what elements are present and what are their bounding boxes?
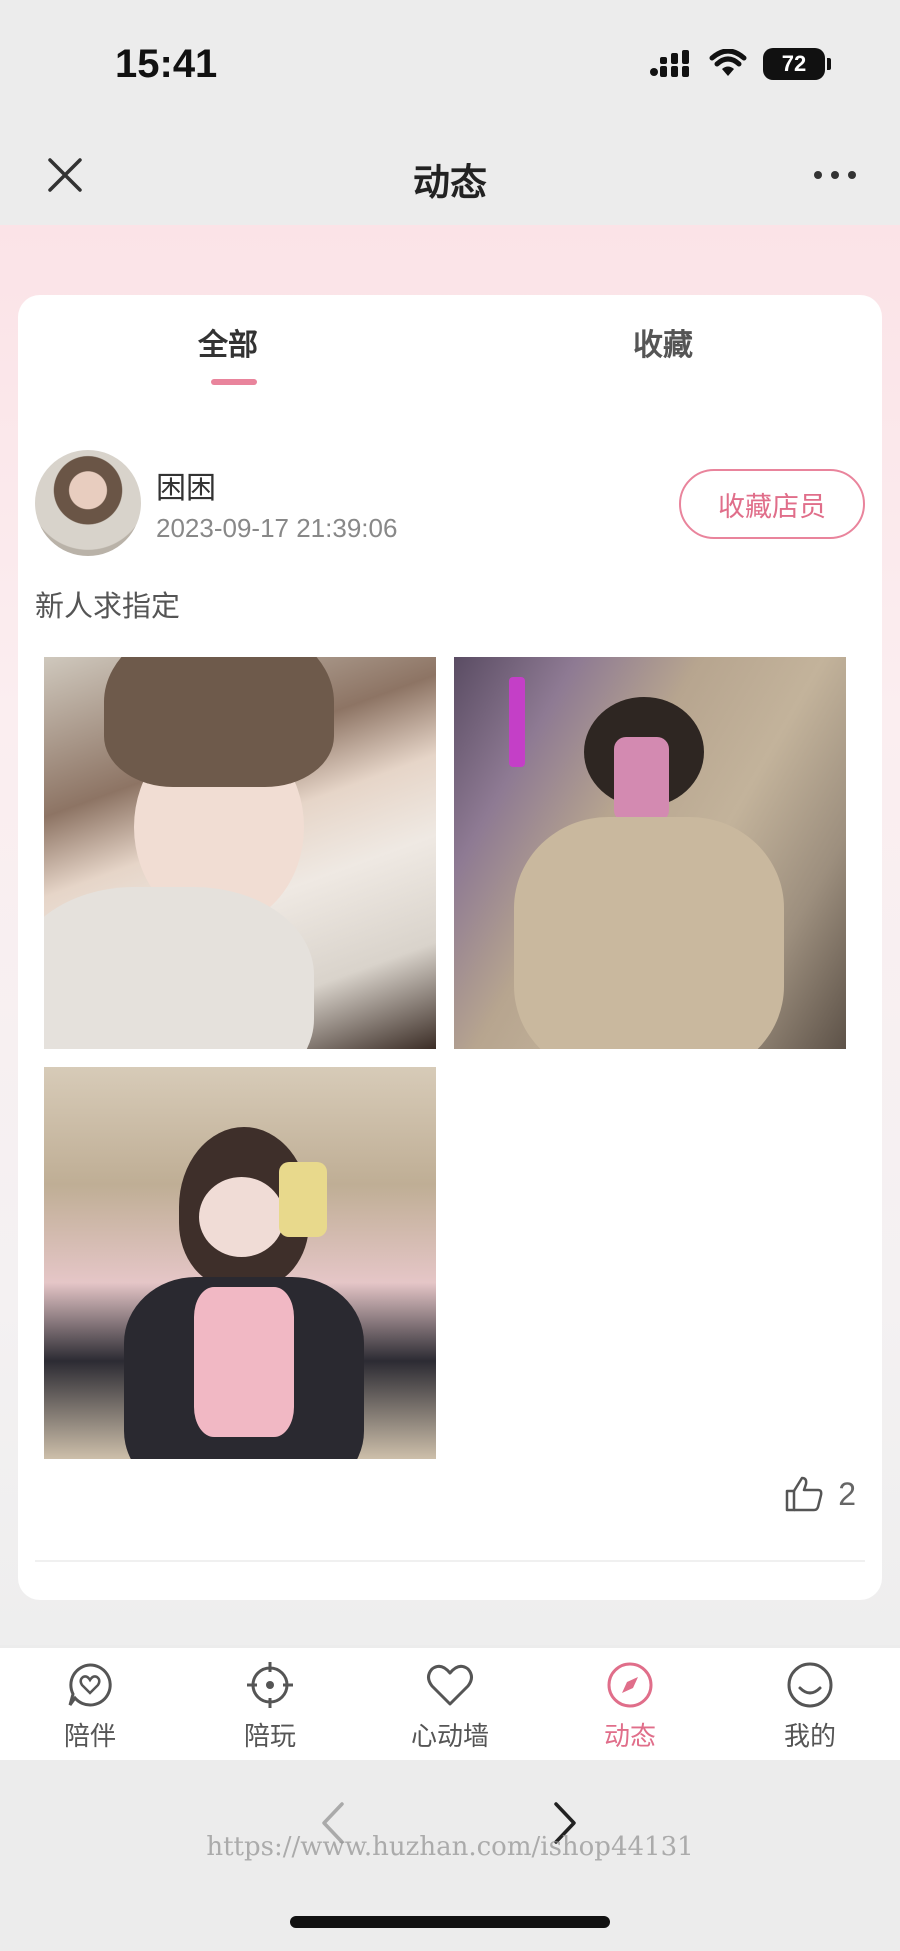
tab-mine[interactable]: 我的 [750, 1660, 870, 1753]
status-icons: 72 [649, 48, 831, 80]
divider [35, 1560, 865, 1562]
tab-label: 陪玩 [243, 1722, 296, 1752]
tab-label: 陪伴 [63, 1722, 116, 1752]
tab-heart-wall[interactable]: 心动墙 [390, 1660, 510, 1753]
feed-card: 全部 收藏 困困 2023-09-17 21:39:06 收藏店员 新人求指定 … [18, 295, 882, 1600]
more-icon[interactable] [810, 160, 860, 190]
post-time: 2023-09-17 21:39:06 [156, 513, 398, 543]
smile-icon [787, 1662, 833, 1708]
tab-label: 心动墙 [410, 1722, 489, 1752]
bottom-tab-bar: 陪伴 陪玩 心动墙 动态 我的 [0, 1648, 900, 1760]
tab-indicator [211, 379, 257, 385]
status-bar: 15:41 72 [0, 0, 900, 130]
tab-label: 动态 [603, 1722, 656, 1752]
crosshair-icon [247, 1662, 293, 1708]
tab-play[interactable]: 陪玩 [210, 1660, 330, 1753]
page-title: 动态 [413, 161, 487, 204]
nav-bar: 动态 [0, 130, 900, 225]
heart-icon [427, 1664, 473, 1706]
user-name[interactable]: 困困 [156, 463, 216, 507]
thumbs-up-icon[interactable] [784, 1475, 824, 1513]
post-photo[interactable] [454, 657, 846, 1049]
signal-icon [650, 50, 689, 77]
post-photo[interactable] [44, 1067, 436, 1459]
status-time: 15:41 [115, 42, 218, 86]
wifi-icon [709, 49, 747, 76]
tab-moments[interactable]: 动态 [570, 1660, 690, 1753]
post-text: 新人求指定 [35, 589, 181, 623]
feed-tabs: 全部 收藏 [18, 295, 882, 395]
tab-favorites[interactable]: 收藏 [633, 320, 693, 364]
tab-all[interactable]: 全部 [198, 320, 258, 364]
like-count: 2 [838, 1475, 856, 1512]
tab-companion[interactable]: 陪伴 [30, 1660, 150, 1753]
like-group[interactable]: 2 [784, 1475, 856, 1513]
watermark: https://www.huzhan.com/ishop44131 [206, 1832, 694, 1862]
tab-label: 我的 [783, 1722, 836, 1752]
post-photo[interactable] [44, 657, 436, 1049]
home-indicator[interactable] [290, 1916, 610, 1928]
avatar[interactable] [35, 450, 141, 556]
compass-icon [607, 1662, 653, 1708]
battery-indicator: 72 [763, 48, 831, 80]
heart-chat-icon [68, 1663, 112, 1707]
favorite-staff-button[interactable]: 收藏店员 [679, 469, 865, 539]
browser-toolbar: https://www.huzhan.com/ishop44131 [0, 1760, 900, 1951]
